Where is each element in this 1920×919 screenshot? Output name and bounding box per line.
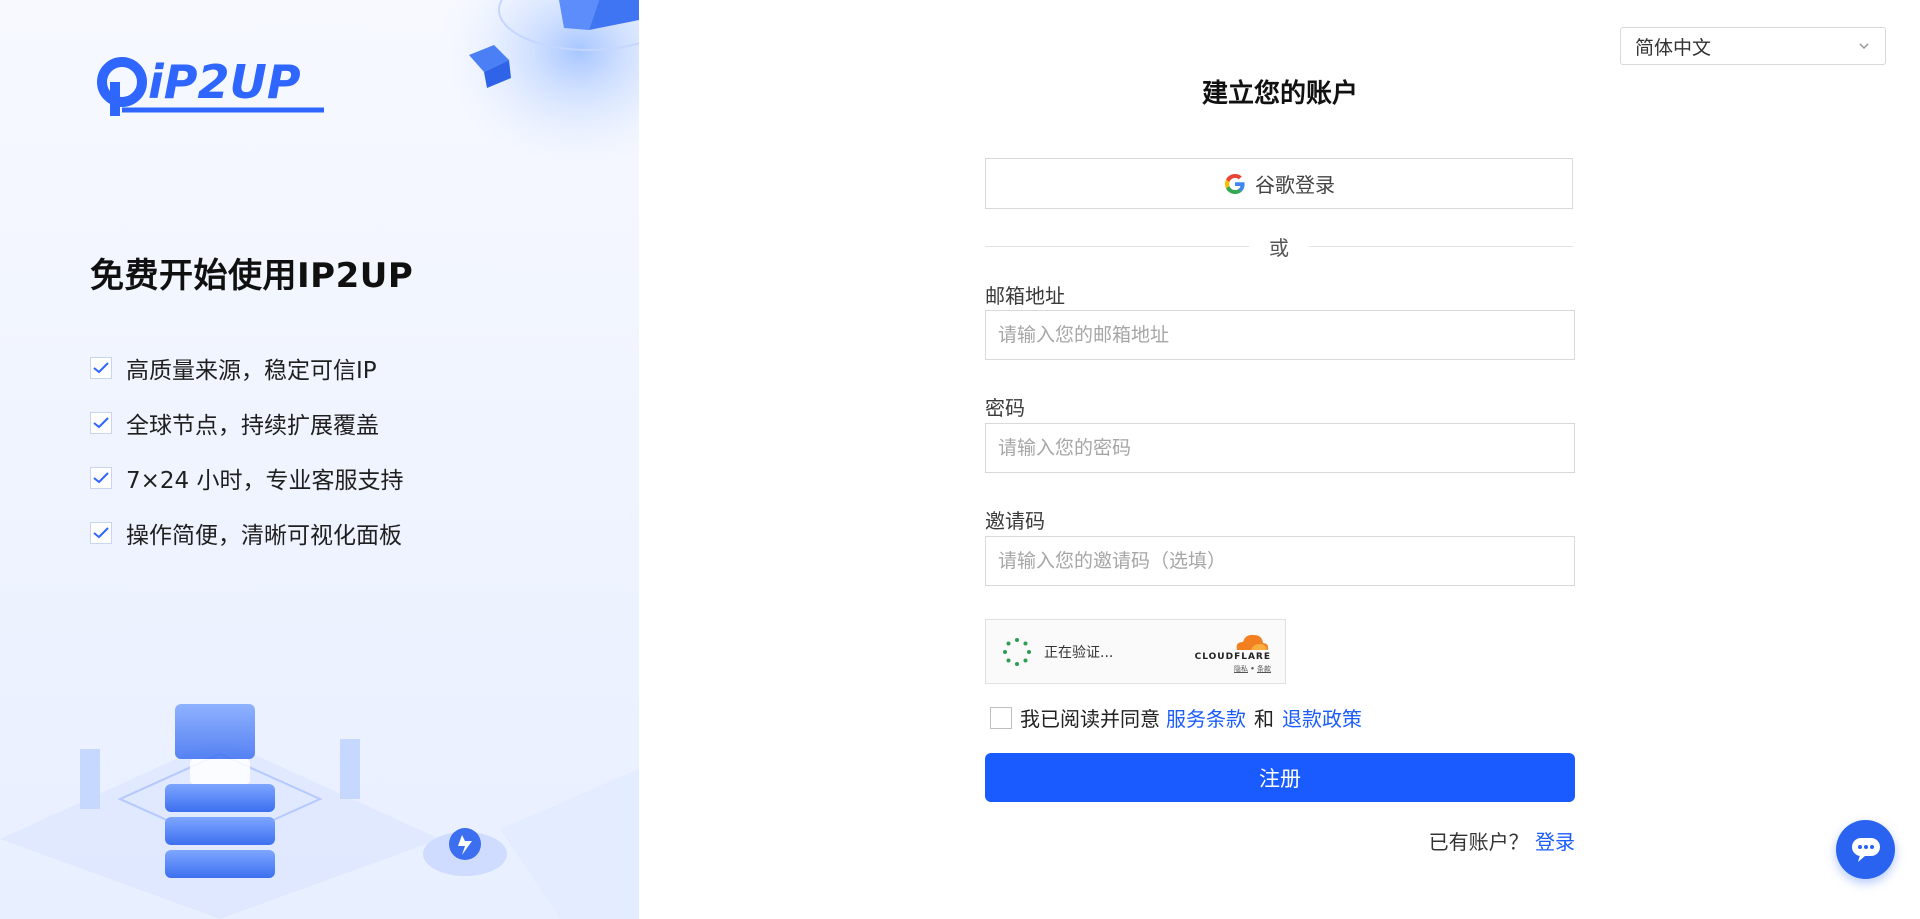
chat-support-button[interactable] <box>1836 820 1895 879</box>
agreement-row: 我已阅读并同意 服务条款 和 退款政策 <box>990 703 1368 732</box>
cloudflare-links: 隐私 • 条款 <box>1234 664 1271 674</box>
login-prompt: 已有账户？ <box>1428 830 1529 854</box>
form-title: 建立您的账户 <box>1201 79 1358 109</box>
loading-spinner-icon <box>1003 637 1031 666</box>
chat-icon <box>1851 837 1880 862</box>
feature-item: 操作简便，清晰可视化面板 <box>90 505 403 560</box>
feature-label: 全球节点，持续扩展覆盖 <box>126 412 379 439</box>
password-label: 密码 <box>985 396 1025 420</box>
feature-item: 全球节点，持续扩展覆盖 <box>90 395 403 450</box>
divider-line <box>1309 245 1573 247</box>
svg-text:iP2UP: iP2UP <box>148 55 301 109</box>
email-label: 邮箱地址 <box>985 284 1065 308</box>
captcha-terms-link[interactable]: 条款 <box>1257 665 1271 673</box>
feature-label: 高质量来源，稳定可信IP <box>126 357 377 384</box>
captcha-status: 正在验证... <box>1044 644 1114 661</box>
register-button[interactable]: 注册 <box>985 753 1575 802</box>
login-prompt-row: 已有账户？ 登录 <box>1429 826 1575 855</box>
language-select[interactable]: 简体中文 <box>1620 27 1886 65</box>
terms-of-service-link[interactable]: 服务条款 <box>1166 703 1246 732</box>
privacy-link[interactable]: 隐私 <box>1234 665 1248 673</box>
cloudflare-icon <box>1236 634 1269 650</box>
check-icon <box>90 466 112 489</box>
divider-line <box>985 245 1249 247</box>
divider-text: 或 <box>1269 235 1289 260</box>
check-icon <box>90 356 112 379</box>
agree-and: 和 <box>1254 707 1274 731</box>
language-selected: 简体中文 <box>1635 36 1712 59</box>
cube-decoration <box>439 0 639 170</box>
google-login-label: 谷歌登录 <box>1255 173 1335 197</box>
google-login-button[interactable]: 谷歌登录 <box>985 158 1573 209</box>
server-illustration <box>0 704 639 919</box>
google-icon <box>1225 173 1245 194</box>
chevron-down-icon <box>1859 43 1869 50</box>
ip2up-logo: iP2UP <box>97 55 324 116</box>
feature-label: 7×24 小时，专业客服支持 <box>126 467 404 494</box>
promo-panel: iP2UP 免费开始使用IP2UP 高质量来源，稳定可信IP 全球节点，持续扩展… <box>0 0 639 919</box>
login-link[interactable]: 登录 <box>1535 830 1575 854</box>
refund-policy-link[interactable]: 退款政策 <box>1282 703 1362 732</box>
agree-checkbox[interactable] <box>990 706 1012 729</box>
or-divider: 或 <box>985 232 1573 260</box>
email-field[interactable] <box>985 310 1575 360</box>
feature-list: 高质量来源，稳定可信IP 全球节点，持续扩展覆盖 7×24 小时，专业客服支持 … <box>90 340 403 560</box>
cloudflare-wordmark: CLOUDFLARE <box>1194 651 1271 662</box>
feature-item: 7×24 小时，专业客服支持 <box>90 450 403 505</box>
feature-label: 操作简便，清晰可视化面板 <box>126 522 402 549</box>
cloudflare-captcha[interactable]: 正在验证... CLOUDFLARE 隐私 • 条款 <box>985 619 1286 684</box>
signup-page: iP2UP 免费开始使用IP2UP 高质量来源，稳定可信IP 全球节点，持续扩展… <box>0 0 1920 919</box>
cloudflare-brand: CLOUDFLARE 隐私 • 条款 <box>1195 630 1271 674</box>
check-icon <box>90 521 112 544</box>
link-separator: • <box>1250 664 1255 673</box>
check-icon <box>90 411 112 434</box>
promo-title: 免费开始使用IP2UP <box>90 256 414 296</box>
feature-item: 高质量来源，稳定可信IP <box>90 340 403 395</box>
invite-code-field[interactable] <box>985 536 1575 586</box>
password-field[interactable] <box>985 423 1575 473</box>
invite-code-label: 邀请码 <box>985 509 1045 533</box>
agree-prefix: 我已阅读并同意 <box>1020 707 1160 731</box>
